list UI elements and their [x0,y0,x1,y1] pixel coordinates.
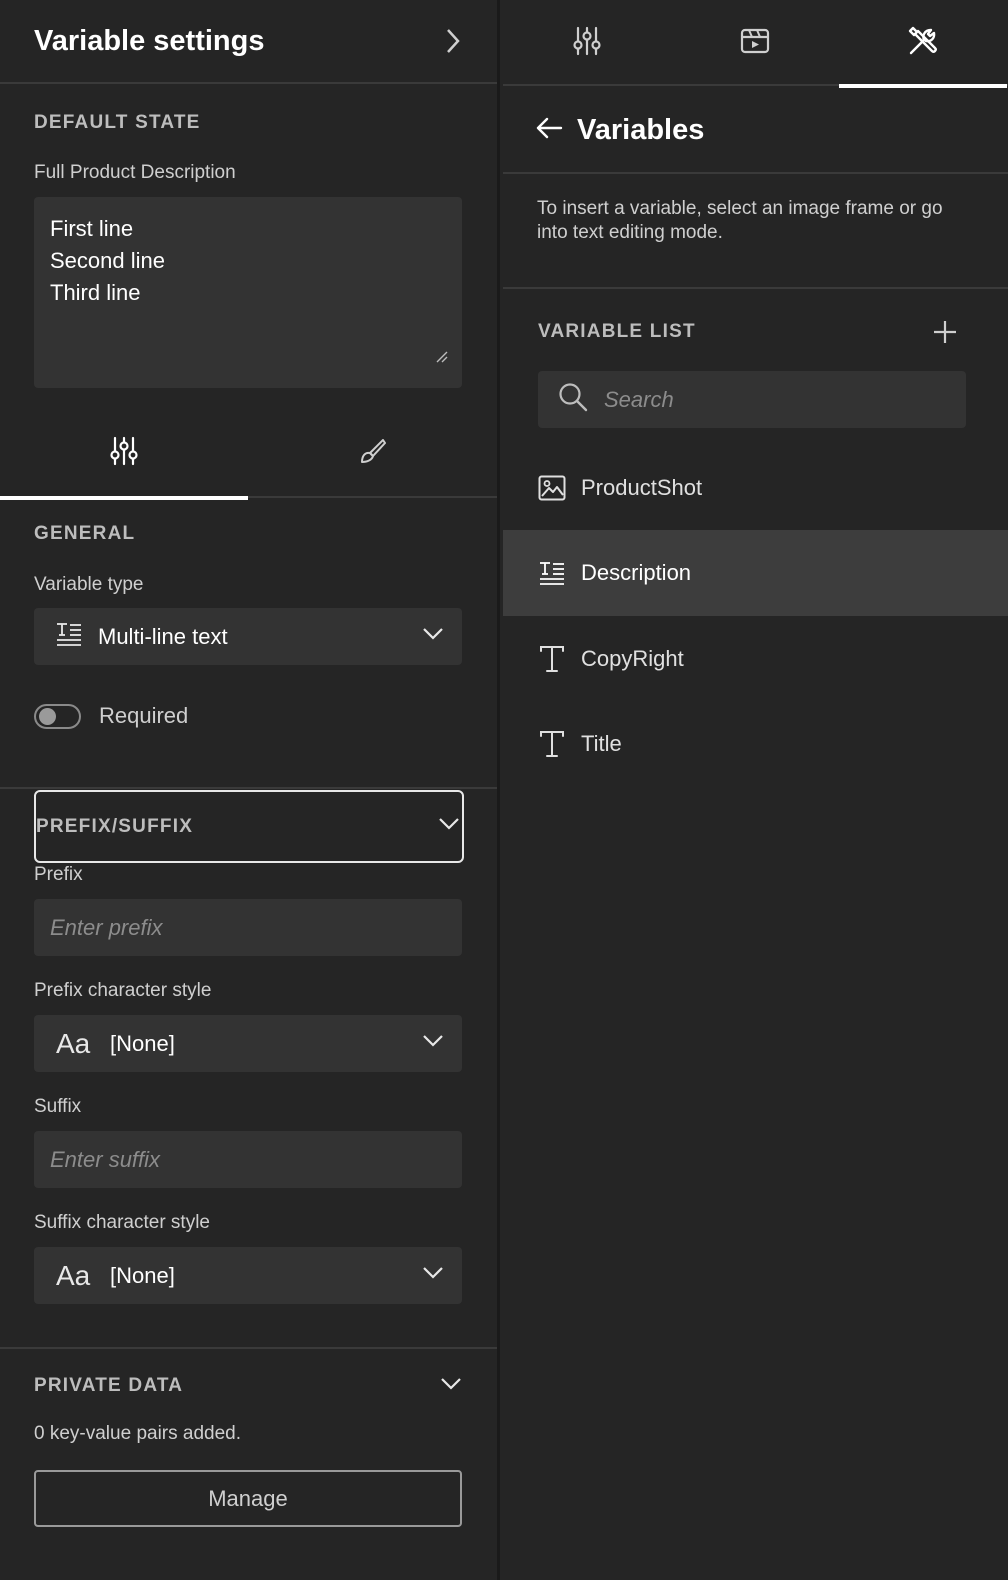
manage-button[interactable]: Manage [34,1470,462,1527]
insert-hint: To insert a variable, select an image fr… [537,198,943,243]
chevron-down-icon [440,1377,462,1396]
sliders-icon [110,436,138,471]
section-divider [0,1347,497,1349]
text-icon [537,729,567,759]
tab-style-settings[interactable] [248,408,496,498]
required-toggle[interactable] [34,704,81,729]
textarea-line: First line [50,216,134,241]
variable-list-label: VARIABLE LIST [538,321,696,342]
prefix-style-dropdown[interactable]: Aa [None] [34,1015,462,1072]
panel-header: Variable settings [0,0,497,84]
variable-item-description[interactable]: Description [503,530,1008,616]
chevron-down-icon [422,1266,444,1285]
variable-name: Description [581,560,692,585]
private-data-summary: 0 key-value pairs added. [34,1423,242,1444]
variable-type-value: Multi-line text [98,623,228,649]
required-label: Required [99,703,189,728]
add-variable-icon[interactable] [932,319,958,350]
tab-tools[interactable] [839,0,1007,88]
chevron-down-icon [422,1034,444,1053]
default-state-section-label: DEFAULT STATE [34,112,201,133]
prefix-style-value: [None] [110,1030,175,1056]
variable-name: ProductShot [581,475,703,500]
sliders-icon [573,26,601,61]
default-value-textarea[interactable]: First line Second line Third line [34,197,462,388]
character-style-icon: Aa [56,1259,91,1291]
textarea-line: Third line [50,280,141,305]
settings-subtabs [0,408,497,500]
tools-icon [907,25,939,62]
variable-settings-panel: Variable settings DEFAULT STATE Full Pro… [0,0,500,1580]
tab-animation[interactable] [671,0,839,86]
section-divider [0,787,497,789]
variable-item-title[interactable]: Title [503,701,1008,787]
suffix-label: Suffix [34,1096,82,1117]
variables-title: Variables [577,113,705,146]
variables-panel: Variables To insert a variable, select a… [503,0,1008,1580]
prefix-suffix-section-label: PREFIX/SUFFIX [36,815,194,837]
prefix-suffix-header[interactable]: PREFIX/SUFFIX [34,790,464,863]
suffix-style-value: [None] [110,1262,175,1288]
image-icon [537,473,567,503]
suffix-style-dropdown[interactable]: Aa [None] [34,1247,462,1304]
right-panel-tabs [503,0,1008,88]
character-style-icon: Aa [56,1027,91,1059]
multiline-text-icon [56,622,82,651]
chevron-right-icon[interactable] [443,27,463,55]
variables-header: Variables [503,88,1008,174]
variable-item-copyright[interactable]: CopyRight [503,616,1008,702]
search-input[interactable] [604,386,944,413]
variable-item-productshot[interactable]: ProductShot [503,445,1008,531]
tab-general-settings[interactable] [0,408,248,500]
variable-search[interactable] [538,371,966,428]
default-state-field-label: Full Product Description [34,162,236,183]
suffix-input[interactable] [34,1131,462,1188]
text-icon [537,644,567,674]
variable-name: CopyRight [581,646,684,671]
section-divider [503,287,1008,289]
variable-name: Title [581,731,622,756]
back-arrow-icon[interactable] [535,116,563,145]
private-data-section-label: PRIVATE DATA [34,1375,184,1396]
clapperboard-icon [740,27,770,60]
multiline-text-icon [537,558,567,588]
private-data-header[interactable]: PRIVATE DATA [34,1372,464,1400]
suffix-style-label: Suffix character style [34,1212,211,1233]
prefix-label: Prefix [34,864,83,885]
brush-icon [358,437,386,470]
search-icon [558,382,588,417]
tab-properties[interactable] [503,0,671,86]
general-section-label: GENERAL [34,523,136,544]
resize-grip-icon[interactable] [436,340,448,372]
variable-type-dropdown[interactable]: Multi-line text [34,608,462,665]
prefix-input[interactable] [34,899,462,956]
toggle-knob [39,708,56,725]
chevron-down-icon [438,817,460,836]
panel-title: Variable settings [34,24,265,57]
chevron-down-icon [422,627,444,646]
prefix-style-label: Prefix character style [34,980,212,1001]
textarea-line: Second line [50,248,165,273]
variable-type-label: Variable type [34,574,144,595]
